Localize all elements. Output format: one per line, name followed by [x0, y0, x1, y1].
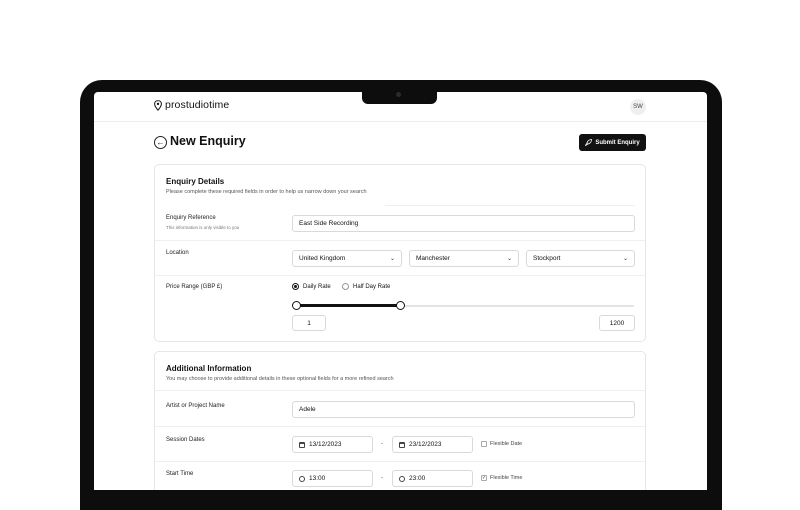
- start-time-value: 13:00: [309, 475, 326, 482]
- price-min-input[interactable]: 1: [292, 315, 326, 331]
- time-range-separator: -: [381, 475, 383, 481]
- page-title: New Enquiry: [170, 134, 246, 148]
- logo-text: prostudiotime: [165, 99, 230, 111]
- price-max-handle[interactable]: [396, 301, 406, 310]
- area-value: Stockport: [533, 255, 561, 262]
- back-button[interactable]: ←: [154, 136, 167, 149]
- divider: [385, 205, 635, 206]
- flexible-time-checkbox[interactable]: ✓ Flexible Time: [481, 475, 522, 481]
- divider: [155, 275, 645, 276]
- price-max-input[interactable]: 1200: [599, 315, 635, 331]
- enquiry-details-card: Enquiry Details Please complete these re…: [154, 164, 646, 342]
- half-day-rate-radio[interactable]: Half Day Rate: [342, 283, 390, 290]
- half-day-rate-label: Half Day Rate: [353, 283, 391, 290]
- end-date-value: 23/12/2023: [409, 441, 442, 448]
- section-subtitle: You may choose to provide additional det…: [166, 376, 394, 382]
- start-time-label: Start Time: [166, 471, 194, 477]
- divider: [155, 240, 645, 241]
- city-select[interactable]: Manchester ⌄: [409, 250, 519, 267]
- artist-input[interactable]: Adele: [292, 401, 635, 418]
- section-subtitle: Please complete these required fields in…: [166, 189, 367, 195]
- app-screen: prostudiotime SW ← New Enquiry Submit En…: [94, 92, 707, 490]
- arrow-left-icon: ←: [156, 137, 165, 147]
- checkbox-unchecked-icon: [481, 441, 487, 447]
- daily-rate-radio[interactable]: Daily Rate: [292, 283, 331, 290]
- submit-enquiry-button[interactable]: Submit Enquiry: [579, 134, 646, 151]
- city-value: Manchester: [416, 255, 450, 262]
- flexible-date-checkbox[interactable]: Flexible Date: [481, 441, 522, 447]
- map-pin-icon: [154, 99, 162, 111]
- calendar-icon: [299, 441, 305, 448]
- country-value: United Kingdom: [299, 255, 346, 262]
- location-label: Location: [166, 250, 189, 256]
- area-select[interactable]: Stockport ⌄: [526, 250, 635, 267]
- checkbox-checked-icon: ✓: [481, 475, 487, 481]
- start-date-value: 13/12/2023: [309, 441, 342, 448]
- chevron-down-icon: ⌄: [622, 256, 628, 262]
- radio-checked-icon: [292, 283, 299, 290]
- radio-unchecked-icon: [342, 283, 349, 290]
- start-date-input[interactable]: 13/12/2023: [292, 436, 373, 453]
- artist-value: Adele: [299, 406, 316, 413]
- camera-icon: [396, 92, 401, 97]
- section-title: Enquiry Details: [166, 177, 225, 186]
- user-avatar[interactable]: SW: [630, 99, 646, 115]
- price-range-label: Price Range (GBP £): [166, 284, 223, 290]
- date-range-separator: -: [381, 441, 383, 447]
- divider: [155, 426, 645, 427]
- country-select[interactable]: United Kingdom ⌄: [292, 250, 402, 267]
- enquiry-reference-hint: This information is only visible to you: [166, 225, 240, 230]
- end-date-input[interactable]: 23/12/2023: [392, 436, 473, 453]
- clock-icon: [399, 475, 405, 482]
- enquiry-reference-label: Enquiry Reference: [166, 215, 216, 221]
- daily-rate-label: Daily Rate: [303, 283, 331, 290]
- enquiry-reference-value: East Side Recording: [299, 220, 359, 227]
- section-title: Additional Information: [166, 364, 252, 373]
- logo[interactable]: prostudiotime: [154, 99, 229, 111]
- divider: [155, 461, 645, 462]
- start-time-input[interactable]: 13:00: [292, 470, 373, 487]
- divider: [155, 390, 645, 391]
- price-min-handle[interactable]: [292, 301, 301, 310]
- additional-info-card: Additional Information You may choose to…: [154, 351, 646, 490]
- end-time-input[interactable]: 23:00: [392, 470, 473, 487]
- enquiry-reference-input[interactable]: East Side Recording: [292, 215, 635, 232]
- end-time-value: 23:00: [409, 475, 426, 482]
- camera-notch: [362, 87, 437, 104]
- artist-label: Artist or Project Name: [166, 403, 225, 409]
- submit-enquiry-label: Submit Enquiry: [595, 139, 640, 146]
- flexible-date-label: Flexible Date: [490, 441, 523, 447]
- flexible-time-label: Flexible Time: [490, 475, 523, 481]
- price-min-value: 1: [307, 319, 311, 327]
- price-slider-range: [296, 304, 401, 307]
- calendar-icon: [399, 441, 405, 448]
- session-dates-label: Session Dates: [166, 437, 205, 443]
- price-max-value: 1200: [609, 319, 625, 327]
- chevron-down-icon: ⌄: [389, 256, 395, 262]
- chevron-down-icon: ⌄: [506, 256, 512, 262]
- rocket-icon: [585, 139, 593, 146]
- clock-icon: [299, 475, 305, 482]
